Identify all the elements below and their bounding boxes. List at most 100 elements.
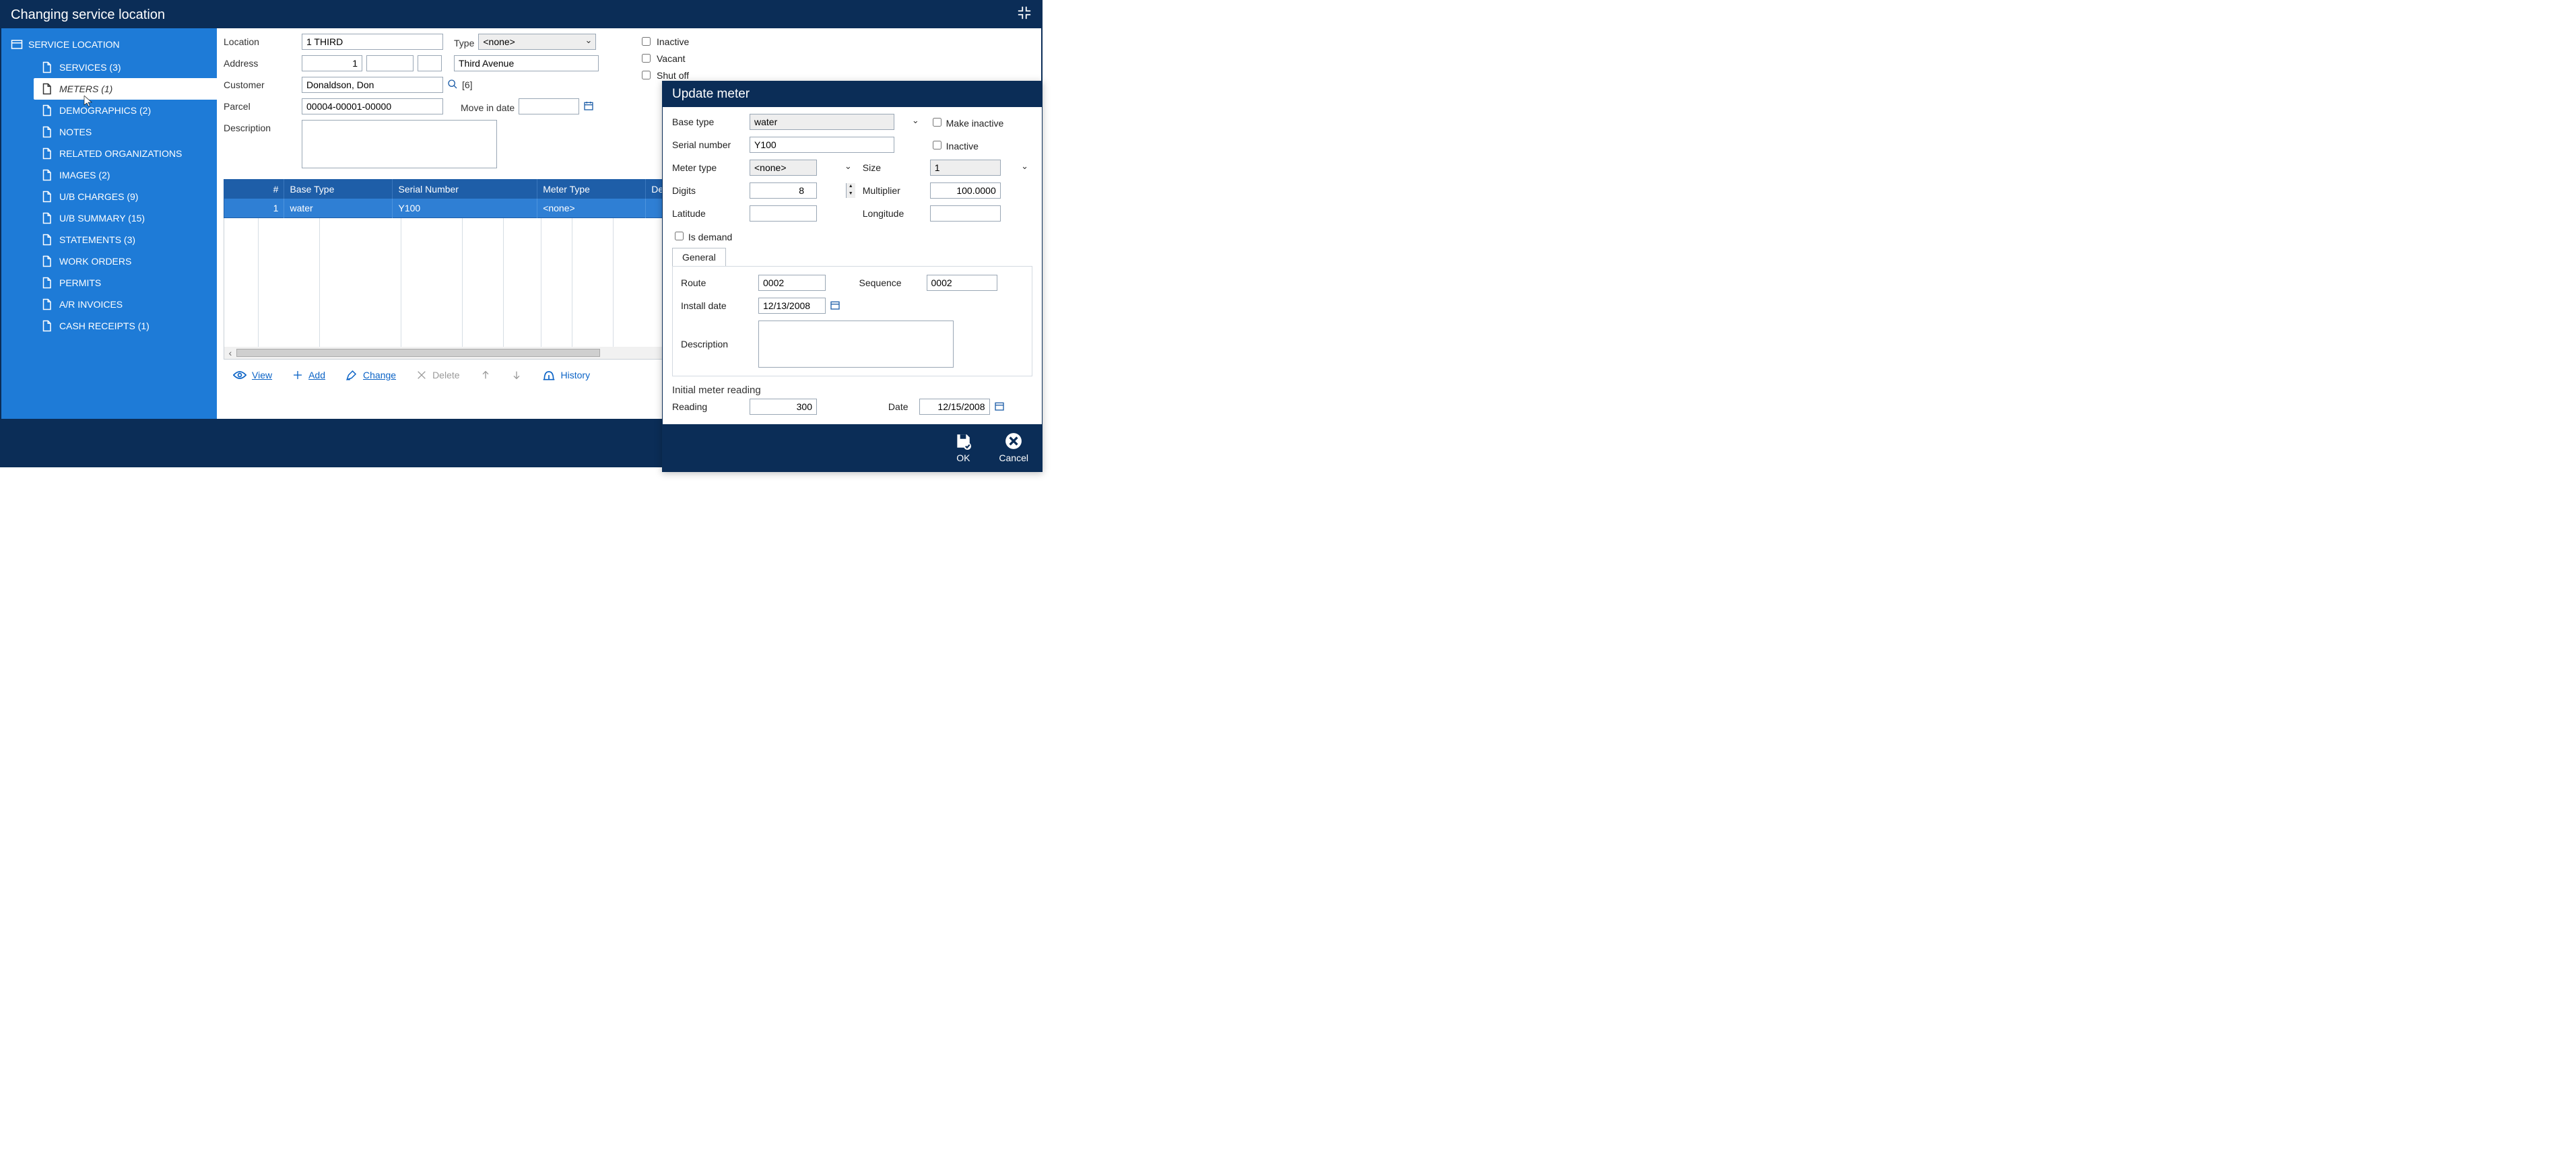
address-label: Address <box>224 55 298 69</box>
sidebar-item-work-orders[interactable]: WORK ORDERS <box>1 250 217 272</box>
sidebar-item-statements[interactable]: STATEMENTS (3) <box>1 229 217 250</box>
sidebar-item-demographics[interactable]: DEMOGRAPHICS (2) <box>1 100 217 121</box>
document-icon <box>40 319 53 333</box>
sidebar-item-ar-invoices[interactable]: A/R INVOICES <box>1 294 217 315</box>
move-up-button[interactable] <box>480 370 491 380</box>
body-area: SERVICE LOCATION SERVICES (3) METERS (1)… <box>1 28 1041 419</box>
inactive-check[interactable]: Inactive <box>639 35 689 48</box>
sequence-input[interactable] <box>927 275 997 291</box>
content: Location Type <none> Address Customer <box>217 28 1041 419</box>
move-down-button[interactable] <box>511 370 522 380</box>
sidebar-root-label: SERVICE LOCATION <box>28 39 120 50</box>
col-metertype[interactable]: Meter Type <box>537 180 646 199</box>
description-textarea[interactable] <box>302 120 497 168</box>
digits-label: Digits <box>672 185 743 196</box>
add-button[interactable]: Add <box>292 370 325 380</box>
size-select[interactable]: 1 <box>930 160 1001 176</box>
cancel-icon <box>1005 432 1022 450</box>
history-button[interactable]: History <box>542 369 591 381</box>
parcel-input[interactable] <box>302 98 443 114</box>
metertype-select[interactable]: <none> <box>750 160 817 176</box>
longitude-input[interactable] <box>930 205 1001 222</box>
sidebar-item-label: WORK ORDERS <box>59 256 131 267</box>
customer-input[interactable] <box>302 77 443 93</box>
sidebar-item-cash-receipts[interactable]: CASH RECEIPTS (1) <box>1 315 217 337</box>
col-serial[interactable]: Serial Number <box>393 180 537 199</box>
makeinactive-check[interactable]: Make inactive <box>930 116 1032 129</box>
calendar-icon[interactable] <box>830 300 840 312</box>
delete-button[interactable]: Delete <box>416 370 459 380</box>
sidebar-item-ub-charges[interactable]: U/B CHARGES (9) <box>1 186 217 207</box>
sidebar-item-label: IMAGES (2) <box>59 170 110 180</box>
longitude-label: Longitude <box>863 208 923 219</box>
tab-general[interactable]: General <box>672 248 726 266</box>
scroll-left-icon[interactable]: ‹ <box>224 347 236 358</box>
calendar-icon[interactable] <box>994 401 1005 413</box>
install-input[interactable] <box>758 298 826 314</box>
location-label: Location <box>224 34 298 47</box>
sidebar-root[interactable]: SERVICE LOCATION <box>1 32 217 57</box>
sidebar-item-meters[interactable]: METERS (1) <box>34 78 217 100</box>
customer-link[interactable]: [6] <box>462 79 473 90</box>
route-label: Route <box>681 277 752 288</box>
shutoff-check[interactable]: Shut off <box>639 69 689 81</box>
sidebar: SERVICE LOCATION SERVICES (3) METERS (1)… <box>1 28 217 419</box>
description-textarea-modal[interactable] <box>758 321 954 368</box>
description-label-modal: Description <box>681 339 752 349</box>
cell-base: water <box>284 199 393 218</box>
sidebar-item-images[interactable]: IMAGES (2) <box>1 164 217 186</box>
address-num-input[interactable] <box>302 55 362 71</box>
ok-button[interactable]: OK <box>954 432 972 463</box>
date-label: Date <box>852 401 913 412</box>
dialog-title: Update meter <box>663 81 1042 107</box>
document-icon <box>40 190 53 203</box>
address-c-input[interactable] <box>418 55 442 71</box>
document-icon <box>40 147 53 160</box>
reading-input[interactable] <box>750 399 817 415</box>
sidebar-item-label: STATEMENTS (3) <box>59 234 135 245</box>
customer-label: Customer <box>224 77 298 90</box>
digits-input[interactable] <box>750 182 817 199</box>
latitude-label: Latitude <box>672 208 743 219</box>
basetype-select[interactable]: water <box>750 114 894 130</box>
sidebar-item-permits[interactable]: PERMITS <box>1 272 217 294</box>
type-label: Type <box>454 35 474 48</box>
scroll-thumb[interactable] <box>236 349 600 357</box>
view-button[interactable]: View <box>233 370 272 380</box>
latitude-input[interactable] <box>750 205 817 222</box>
col-basetype[interactable]: Base Type <box>284 180 393 199</box>
sidebar-item-label: SERVICES (3) <box>59 62 121 73</box>
col-num[interactable]: # <box>224 180 284 199</box>
parcel-label: Parcel <box>224 98 298 112</box>
movein-input[interactable] <box>519 98 579 114</box>
sidebar-item-label: U/B CHARGES (9) <box>59 191 138 202</box>
document-icon <box>40 168 53 182</box>
street-input[interactable] <box>454 55 599 71</box>
spinner-icon[interactable]: ▲▼ <box>846 183 855 198</box>
serial-input[interactable] <box>750 137 894 153</box>
basetype-label: Base type <box>672 116 743 127</box>
route-input[interactable] <box>758 275 826 291</box>
description-label: Description <box>224 120 298 133</box>
metertype-label: Meter type <box>672 162 743 173</box>
address-b-input[interactable] <box>366 55 414 71</box>
search-icon[interactable] <box>447 79 458 92</box>
sidebar-item-ub-summary[interactable]: U/B SUMMARY (15) <box>1 207 217 229</box>
calendar-icon[interactable] <box>583 100 594 113</box>
cancel-button[interactable]: Cancel <box>999 432 1028 463</box>
multiplier-input[interactable] <box>930 182 1001 199</box>
location-input[interactable] <box>302 34 443 50</box>
inactive-check-modal[interactable]: Inactive <box>930 139 1032 152</box>
type-select[interactable]: <none> <box>478 34 596 50</box>
sidebar-item-label: U/B SUMMARY (15) <box>59 213 145 224</box>
change-button[interactable]: Change <box>345 369 396 381</box>
collapse-icon[interactable] <box>1017 5 1032 24</box>
vacant-check[interactable]: Vacant <box>639 52 689 65</box>
sidebar-item-notes[interactable]: NOTES <box>1 121 217 143</box>
date-input[interactable] <box>919 399 990 415</box>
sidebar-item-related-orgs[interactable]: RELATED ORGANIZATIONS <box>1 143 217 164</box>
reading-label: Reading <box>672 401 743 412</box>
document-icon <box>40 104 53 117</box>
isdemand-check[interactable]: Is demand <box>672 232 732 242</box>
sidebar-item-services[interactable]: SERVICES (3) <box>1 57 217 78</box>
